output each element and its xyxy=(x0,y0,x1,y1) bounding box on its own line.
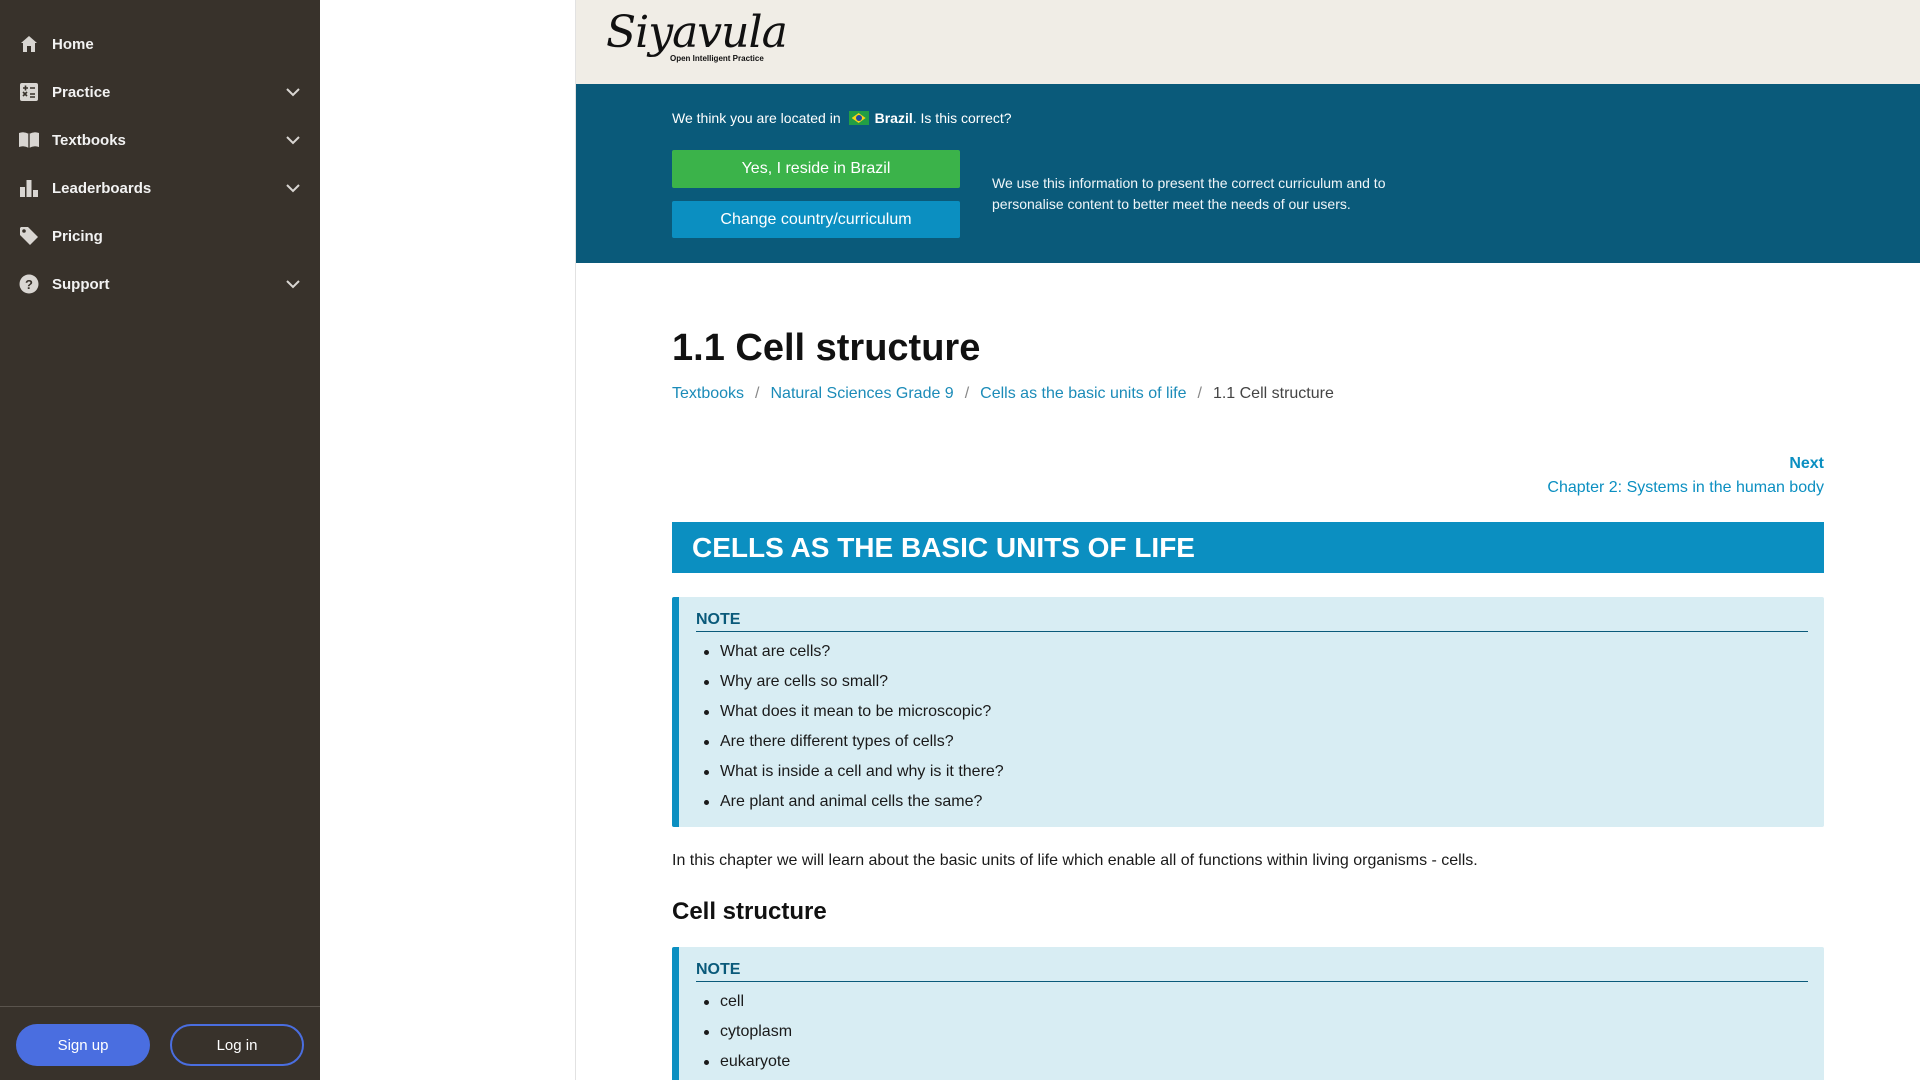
sidebar-item-practice[interactable]: Practice xyxy=(0,68,320,116)
sidebar-item-leaderboards[interactable]: Leaderboards xyxy=(0,164,320,212)
location-info-text: We use this information to present the c… xyxy=(992,175,1386,212)
chevron-down-icon[interactable] xyxy=(284,179,302,197)
breadcrumb-separator: / xyxy=(1197,385,1202,402)
brazil-flag-icon xyxy=(848,111,869,125)
list-item: What are cells? xyxy=(696,637,1808,667)
list-item: Are there different types of cells? xyxy=(696,727,1808,757)
practice-icon xyxy=(18,81,40,103)
log-in-button[interactable]: Log in xyxy=(170,1024,304,1066)
breadcrumb-separator: / xyxy=(755,385,760,402)
location-suffix: . Is this correct? xyxy=(912,110,1012,126)
location-country: Brazil xyxy=(874,110,913,126)
chapter-heading: CELLS AS THE BASIC UNITS OF LIFE xyxy=(672,522,1824,573)
note-title: NOTE xyxy=(696,611,1808,632)
list-item: What is inside a cell and why is it ther… xyxy=(696,757,1808,787)
sidebar-item-label: Pricing xyxy=(52,227,103,245)
sidebar-item-label: Practice xyxy=(52,83,111,101)
sidebar-auth-area: Sign up Log in xyxy=(0,1006,320,1080)
list-item: What does it mean to be microscopic? xyxy=(696,697,1808,727)
home-icon xyxy=(18,33,40,55)
chevron-down-icon[interactable] xyxy=(284,131,302,149)
bar-chart-icon xyxy=(18,177,40,199)
page-title: 1.1 Cell structure xyxy=(672,327,981,369)
note-list: What are cells? Why are cells so small? … xyxy=(696,637,1808,817)
sidebar-item-textbooks[interactable]: Textbooks xyxy=(0,116,320,164)
next-chapter-link[interactable]: Next Chapter 2: Systems in the human bod… xyxy=(1547,455,1824,497)
note-box: NOTE What are cells? Why are cells so sm… xyxy=(672,597,1824,827)
sidebar-item-support[interactable]: ? Support xyxy=(0,260,320,308)
book-icon xyxy=(18,129,40,151)
breadcrumb-link-chapter[interactable]: Cells as the basic units of life xyxy=(980,385,1186,402)
siyavula-logo[interactable]: Siyavula Open Intelligent Practice xyxy=(606,7,788,74)
breadcrumb-link-grade[interactable]: Natural Sciences Grade 9 xyxy=(771,385,954,402)
sidebar-item-pricing[interactable]: Pricing xyxy=(0,212,320,260)
location-question: We think you are located in Brazil . Is … xyxy=(672,110,1012,126)
chevron-down-icon[interactable] xyxy=(284,83,302,101)
sidebar-nav: Home Practice Textbooks Leaderboards Pri… xyxy=(0,0,320,308)
sidebar-item-home[interactable]: Home xyxy=(0,20,320,68)
next-label: Next xyxy=(1789,455,1824,472)
breadcrumb: Textbooks / Natural Sciences Grade 9 / Cells… xyxy=(672,385,1334,403)
note-title: NOTE xyxy=(696,961,1808,982)
sidebar-item-label: Textbooks xyxy=(52,131,126,149)
next-chapter-title: Chapter 2: Systems in the human body xyxy=(1547,479,1824,496)
sidebar-item-label: Support xyxy=(52,275,110,293)
location-banner: We think you are located in Brazil . Is … xyxy=(576,84,1920,263)
note-box: NOTE cell cytoplasm eukaryote xyxy=(672,947,1824,1080)
logo-tagline: Open Intelligent Practice xyxy=(670,54,764,63)
breadcrumb-link-textbooks[interactable]: Textbooks xyxy=(672,385,744,402)
sidebar: Home Practice Textbooks Leaderboards Pri… xyxy=(0,0,320,1080)
note-list: cell cytoplasm eukaryote xyxy=(696,987,1808,1077)
sidebar-item-label: Leaderboards xyxy=(52,179,152,197)
section-title: Cell structure xyxy=(672,898,827,925)
list-item: eukaryote xyxy=(696,1047,1808,1077)
intro-paragraph: In this chapter we will learn about the … xyxy=(672,852,1478,869)
list-item: cell xyxy=(696,987,1808,1017)
sign-up-button[interactable]: Sign up xyxy=(16,1024,150,1066)
sidebar-item-label: Home xyxy=(52,35,94,53)
change-country-button[interactable]: Change country/curriculum xyxy=(672,201,960,238)
tag-icon xyxy=(18,225,40,247)
list-item: Are plant and animal cells the same? xyxy=(696,787,1808,817)
help-icon: ? xyxy=(18,273,40,295)
list-item: Why are cells so small? xyxy=(696,667,1808,697)
confirm-location-button[interactable]: Yes, I reside in Brazil xyxy=(672,150,960,188)
location-prefix: We think you are located in xyxy=(672,110,841,126)
site-header: Siyavula Open Intelligent Practice xyxy=(576,0,1920,84)
logo-wordmark: Siyavula xyxy=(606,7,788,58)
chevron-down-icon[interactable] xyxy=(284,275,302,293)
breadcrumb-separator: / xyxy=(964,385,970,402)
list-item: cytoplasm xyxy=(696,1017,1808,1047)
breadcrumb-current: 1.1 Cell structure xyxy=(1212,385,1334,402)
svg-text:?: ? xyxy=(25,277,33,292)
